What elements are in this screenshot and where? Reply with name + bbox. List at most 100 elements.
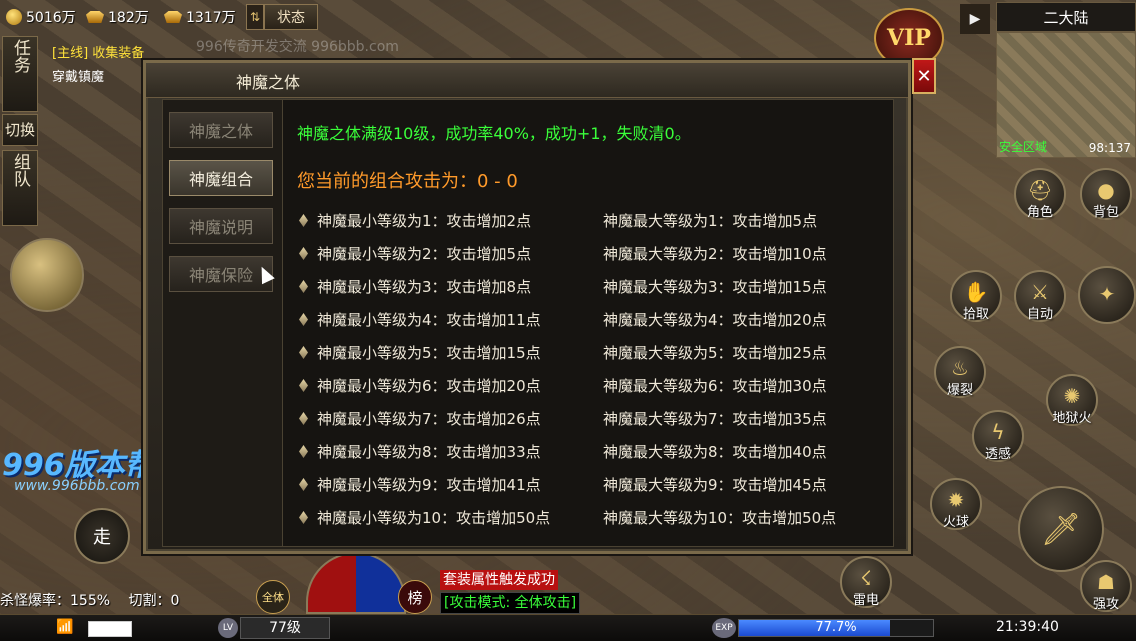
bound-ingot-icon <box>164 11 182 23</box>
bound-ingot-value: 1317万 <box>186 10 236 26</box>
tab-team[interactable]: 组队 <box>2 150 38 226</box>
min-level-row: 神魔最小等级为8：攻击增加33点 <box>299 441 541 462</box>
attack-mode-button[interactable]: 全体 <box>256 580 290 614</box>
attack-mode-label: 全体 <box>262 591 284 604</box>
min-level-row: 神魔最小等级为1：攻击增加2点 <box>299 210 531 231</box>
min-level-text: 神魔最小等级为5：攻击增加15点 <box>317 344 541 362</box>
tab-team-label: 组队 <box>10 153 30 187</box>
flame-icon: ♨ <box>951 356 969 380</box>
ranking-button[interactable]: 榜 <box>398 580 432 614</box>
min-level-row: 神魔最小等级为3：攻击增加8点 <box>299 276 531 297</box>
min-level-row: 神魔最小等级为6：攻击增加20点 <box>299 375 541 396</box>
system-message-mode: [攻击模式: 全体攻击] <box>440 592 581 614</box>
close-button[interactable]: ✕ <box>912 58 936 94</box>
min-level-row: 神魔最小等级为10：攻击增加50点 <box>299 507 550 528</box>
status-button[interactable]: 状态 <box>264 4 318 30</box>
coin-bag-icon: ● <box>1097 178 1115 202</box>
sun-icon: ✹ <box>947 488 965 512</box>
min-level-row: 神魔最小等级为7：攻击增加26点 <box>299 408 541 429</box>
bag-button[interactable]: ● 背包 <box>1080 168 1132 220</box>
demon-icon: ✺ <box>1063 384 1081 408</box>
character-button[interactable]: ⛑ 角色 <box>1014 168 1066 220</box>
max-level-row: 神魔最大等级为5：攻击增加25点 <box>603 342 827 363</box>
skill-sense-button[interactable]: ϟ 透感 <box>972 410 1024 462</box>
clock: 21:39:40 <box>996 619 1059 635</box>
compass-button[interactable]: ✦ <box>1078 266 1136 324</box>
max-level-text: 神魔最大等级为6：攻击增加30点 <box>603 377 827 395</box>
bullet-icon <box>299 346 308 359</box>
stats-line: 杀怪爆率：155% 切割：0 <box>0 590 179 610</box>
tab-quest[interactable]: 任务 <box>2 36 38 112</box>
watermark-text: 996传奇开发交流 996bbb.com <box>196 39 399 55</box>
tab-shenmo-body[interactable]: 神魔之体 <box>169 112 273 148</box>
swap-icon[interactable]: ⇅ <box>246 4 264 30</box>
min-level-text: 神魔最小等级为7：攻击增加26点 <box>317 410 541 428</box>
ingot-value: 182万 <box>108 10 149 26</box>
gold-value: 5016万 <box>26 10 76 26</box>
dialog-sidebar: 神魔之体 神魔组合 神魔说明 神魔保险 <box>162 99 284 547</box>
min-level-text: 神魔最小等级为3：攻击增加8点 <box>317 278 532 296</box>
level-badge-icon: LV <box>218 618 238 638</box>
max-level-row: 神魔最大等级为3：攻击增加15点 <box>603 276 827 297</box>
walk-button[interactable]: 走 <box>74 508 130 564</box>
pickup-button[interactable]: ✋ 拾取 <box>950 270 1002 322</box>
bag-label: 背包 <box>1092 205 1119 220</box>
bullet-icon <box>299 511 308 524</box>
close-icon: ✕ <box>916 65 932 87</box>
max-level-text: 神魔最大等级为8：攻击增加40点 <box>603 443 827 461</box>
bullet-icon <box>299 412 308 425</box>
min-level-text: 神魔最小等级为2：攻击增加5点 <box>317 245 532 263</box>
map-title: 二大陆 <box>996 2 1136 32</box>
max-level-text: 神魔最大等级为3：攻击增加15点 <box>603 278 827 296</box>
max-level-text: 神魔最大等级为1：攻击增加5点 <box>603 212 818 230</box>
play-arrow-icon[interactable]: ▶ <box>960 4 990 34</box>
max-level-row: 神魔最大等级为4：攻击增加20点 <box>603 309 827 330</box>
tab-switch-label: 切换 <box>4 121 35 139</box>
max-level-text: 神魔最大等级为4：攻击增加20点 <box>603 311 827 329</box>
sword-icon: 🗡 <box>1040 510 1082 548</box>
tab-shenmo-insurance-label: 神魔保险 <box>188 266 253 285</box>
level-value: 77级 <box>240 617 330 639</box>
max-level-text: 神魔最大等级为9：攻击增加45点 <box>603 476 827 494</box>
walk-label: 走 <box>93 527 111 548</box>
strong-attack-label: 强攻 <box>1092 597 1119 612</box>
bullet-icon <box>299 445 308 458</box>
system-message-set: 套装属性触发成功 <box>440 570 558 590</box>
skill-sense-label: 透感 <box>984 447 1011 462</box>
dialog-titlebar: 神魔之体 <box>146 63 908 98</box>
min-level-row: 神魔最小等级为4：攻击增加11点 <box>299 309 541 330</box>
minimap[interactable]: 安全区域 98:137 <box>996 32 1136 158</box>
max-level-row: 神魔最大等级为8：攻击增加40点 <box>603 441 827 462</box>
ingot-icon <box>86 11 104 23</box>
attack-button[interactable]: 🗡 <box>1018 486 1104 572</box>
auto-button[interactable]: ⚔ 自动 <box>1014 270 1066 322</box>
max-level-row: 神魔最大等级为7：攻击增加35点 <box>603 408 827 429</box>
bullet-icon <box>299 313 308 326</box>
min-level-text: 神魔最小等级为9：攻击增加41点 <box>317 476 541 494</box>
tab-shenmo-info[interactable]: 神魔说明 <box>169 208 273 244</box>
gold-coin-icon <box>6 9 22 25</box>
max-level-row: 神魔最大等级为1：攻击增加5点 <box>603 210 817 231</box>
tab-shenmo-combo-label: 神魔组合 <box>188 170 253 189</box>
strong-attack-button[interactable]: ☗ 强攻 <box>1080 560 1132 612</box>
exp-bar: 77.7% <box>738 619 934 637</box>
current-combo-text: 您当前的组合攻击为：0 - 0 <box>297 171 518 192</box>
skill-thunder-button[interactable]: ☇ 雷电 <box>840 556 892 608</box>
ranking-label: 榜 <box>407 588 423 607</box>
dialog-content: 神魔之体满级10级，成功率40%，成功+1，失败清0。 您当前的组合攻击为：0 … <box>282 99 894 547</box>
hp-mp-orb <box>306 552 406 614</box>
tab-shenmo-combo[interactable]: 神魔组合 <box>169 160 273 196</box>
skill-burst-label: 爆裂 <box>946 383 973 398</box>
compass-icon: ✦ <box>1098 282 1116 306</box>
quest-title: [主线] 收集装备 <box>52 46 145 61</box>
skill-hellfire-button[interactable]: ✺ 地狱火 <box>1046 374 1098 426</box>
crossed-swords-icon: ⚔ <box>1031 280 1049 304</box>
safe-zone-label: 安全区域 <box>999 140 1048 154</box>
logo-url: www.996bbb.com <box>14 478 140 494</box>
skill-orb-icon[interactable] <box>10 238 84 312</box>
skill-burst-button[interactable]: ♨ 爆裂 <box>934 346 986 398</box>
max-level-row: 神魔最大等级为6：攻击增加30点 <box>603 375 827 396</box>
tab-switch[interactable]: 切换 <box>2 114 38 146</box>
skill-fireball-button[interactable]: ✹ 火球 <box>930 478 982 530</box>
dialog-title: 神魔之体 <box>236 73 301 92</box>
